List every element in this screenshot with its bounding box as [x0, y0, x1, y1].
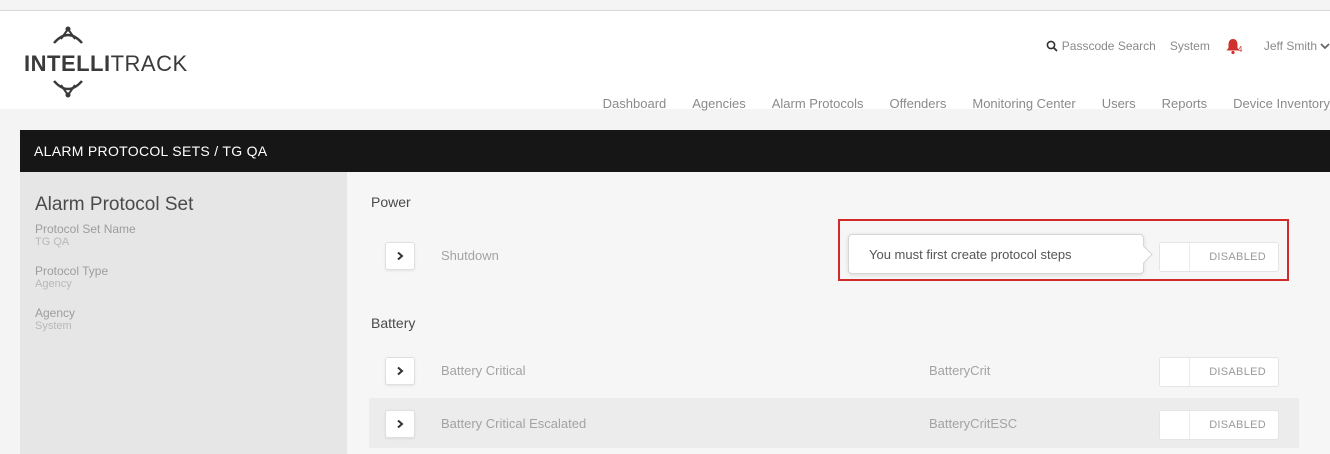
- protocol-name: Shutdown: [441, 248, 499, 263]
- nav-reports[interactable]: Reports: [1162, 96, 1208, 111]
- chevron-right-icon: [397, 251, 404, 261]
- protocol-name: Battery Critical: [441, 363, 526, 378]
- nav-device-inventory[interactable]: Device Inventory: [1233, 96, 1330, 111]
- section-title-battery: Battery: [371, 315, 416, 331]
- chevron-right-icon: [397, 366, 404, 376]
- chevron-right-icon: [397, 419, 404, 429]
- disabled-tooltip: You must first create protocol steps: [848, 234, 1144, 274]
- notification-count: 4: [1237, 45, 1243, 54]
- protocol-code: BatteryCrit: [929, 363, 991, 378]
- status-label: DISABLED: [1209, 419, 1266, 431]
- toggle-knob: [1160, 358, 1190, 386]
- logo-text-light: TRACK: [110, 51, 188, 76]
- header: INTELLITRACK Passcode Search System 4 Je…: [0, 11, 1330, 111]
- chevron-down-icon: [1320, 43, 1330, 50]
- tooltip-text: You must first create protocol steps: [869, 247, 1072, 262]
- protocol-set-name-label: Protocol Set Name: [35, 222, 136, 236]
- main-nav: Dashboard Agencies Alarm Protocols Offen…: [577, 96, 1330, 111]
- system-link[interactable]: System: [1170, 39, 1210, 53]
- agency-label: Agency: [35, 306, 76, 320]
- nav-alarm-protocols[interactable]: Alarm Protocols: [772, 96, 864, 111]
- breadcrumb: ALARM PROTOCOL SETS / TG QA: [20, 130, 1330, 172]
- user-name: Jeff Smith: [1263, 39, 1317, 53]
- status-toggle[interactable]: DISABLED: [1159, 410, 1279, 440]
- search-icon: [1046, 40, 1058, 52]
- logo-text-bold: INTELLI: [24, 51, 111, 76]
- passcode-search-link[interactable]: Passcode Search: [1046, 39, 1156, 53]
- protocol-name: Battery Critical Escalated: [441, 416, 587, 431]
- protocol-type-value: Agency: [35, 278, 72, 290]
- utility-bar: Passcode Search System 4 Jeff Smith: [1032, 37, 1330, 55]
- status-label: DISABLED: [1209, 366, 1266, 378]
- notifications-button[interactable]: 4: [1224, 37, 1242, 55]
- protocol-set-name-value: TG QA: [35, 236, 70, 248]
- toggle-knob: [1160, 411, 1190, 439]
- section-title-power: Power: [371, 194, 411, 210]
- expand-row-button[interactable]: [385, 357, 415, 385]
- agency-value: System: [35, 320, 72, 332]
- protocol-row: Battery Critical BatteryCrit DISABLED: [369, 345, 1299, 395]
- passcode-search-label: Passcode Search: [1061, 39, 1156, 53]
- nav-agencies[interactable]: Agencies: [692, 96, 745, 111]
- status-toggle[interactable]: DISABLED: [1159, 357, 1279, 387]
- sidebar-title: Alarm Protocol Set: [35, 194, 194, 215]
- breadcrumb-text: ALARM PROTOCOL SETS / TG QA: [34, 143, 268, 159]
- details-sidebar: Alarm Protocol Set Protocol Set Name TG …: [20, 172, 347, 454]
- logo-wordmark[interactable]: INTELLITRACK: [24, 51, 188, 77]
- nav-monitoring-center[interactable]: Monitoring Center: [972, 96, 1075, 111]
- expand-row-button[interactable]: [385, 242, 415, 270]
- nav-offenders[interactable]: Offenders: [890, 96, 947, 111]
- expand-row-button[interactable]: [385, 410, 415, 438]
- protocol-code: BatteryCritESC: [929, 416, 1018, 431]
- protocol-type-label: Protocol Type: [35, 264, 109, 278]
- protocol-list: Power Shutdown DISABLED Battery Battery …: [347, 172, 1330, 454]
- nav-users[interactable]: Users: [1102, 96, 1136, 111]
- system-label: System: [1169, 39, 1210, 53]
- bell-icon: 4: [1224, 37, 1242, 55]
- protocol-row: Battery Critical Escalated BatteryCritES…: [369, 398, 1299, 448]
- nav-dashboard[interactable]: Dashboard: [603, 96, 667, 111]
- user-menu[interactable]: Jeff Smith: [1264, 39, 1330, 53]
